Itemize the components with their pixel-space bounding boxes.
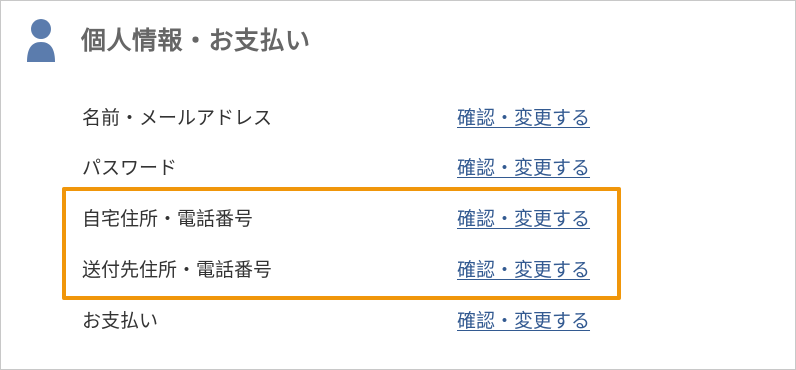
panel-header: 個人情報・お支払い xyxy=(1,1,795,83)
settings-row-password: パスワード 確認・変更する xyxy=(1,141,795,191)
edit-shipping-address-link[interactable]: 確認・変更する xyxy=(457,255,590,282)
settings-row-name-email: 名前・メールアドレス 確認・変更する xyxy=(1,91,795,141)
edit-payment-link[interactable]: 確認・変更する xyxy=(457,306,590,333)
edit-name-email-link[interactable]: 確認・変更する xyxy=(457,103,590,130)
settings-row-label: 名前・メールアドレス xyxy=(82,107,273,129)
settings-row-shipping-address: 送付先住所・電話番号 確認・変更する xyxy=(1,243,795,293)
account-settings-panel: 個人情報・お支払い 名前・メールアドレス 確認・変更する パスワード 確認・変更… xyxy=(0,0,796,370)
edit-password-link[interactable]: 確認・変更する xyxy=(457,153,590,180)
settings-row-payment: お支払い 確認・変更する xyxy=(1,294,795,344)
settings-row-label: 自宅住所・電話番号 xyxy=(82,208,254,230)
settings-row-label: 送付先住所・電話番号 xyxy=(82,259,273,281)
page-title: 個人情報・お支払い xyxy=(81,26,311,55)
edit-home-address-link[interactable]: 確認・変更する xyxy=(457,204,590,231)
settings-row-label: パスワード xyxy=(82,157,178,179)
settings-row-label: お支払い xyxy=(82,310,159,332)
user-icon xyxy=(27,19,55,62)
settings-row-home-address: 自宅住所・電話番号 確認・変更する xyxy=(1,192,795,242)
